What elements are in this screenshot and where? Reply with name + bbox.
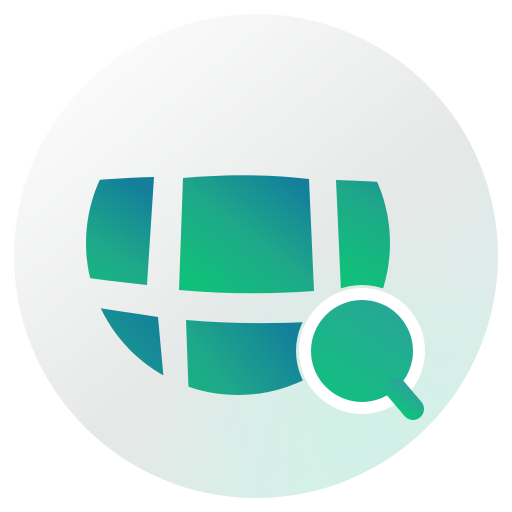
icon-stage: globe-search-icon <box>0 0 512 512</box>
search-handle <box>385 378 424 420</box>
search-icon <box>299 288 425 420</box>
globe-tile-middle-center <box>179 175 314 294</box>
globe-search-icon <box>14 14 498 498</box>
